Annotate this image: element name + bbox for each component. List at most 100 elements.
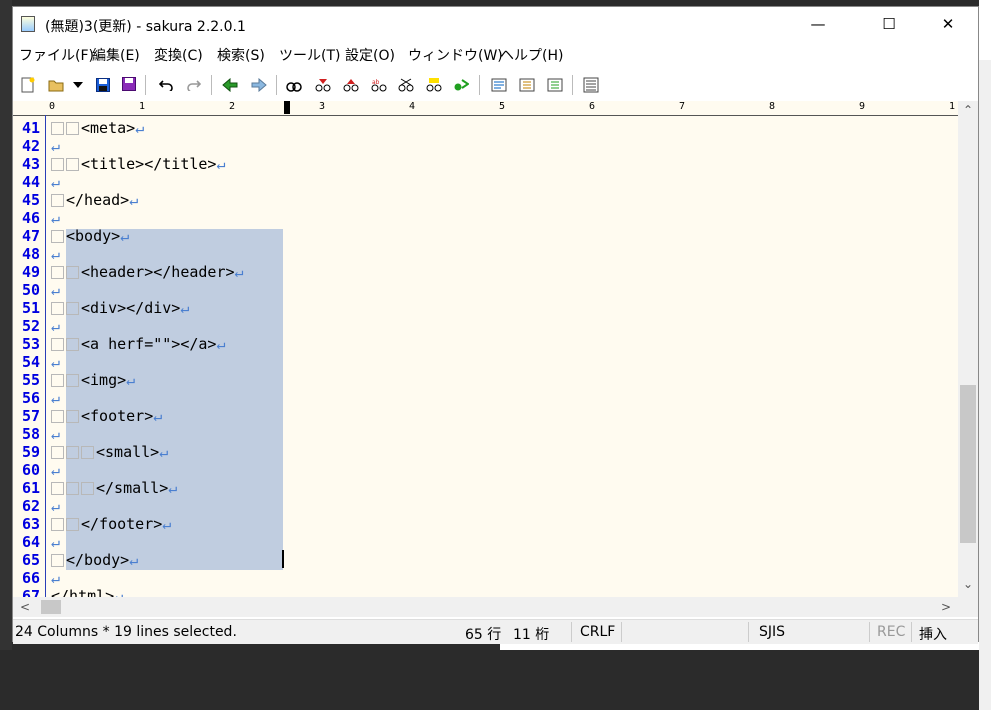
background-right-top (979, 0, 991, 60)
save-all-icon[interactable] (121, 76, 139, 94)
horizontal-scroll-thumb[interactable] (41, 600, 61, 614)
line-number: 55 (21, 371, 40, 389)
search-icon[interactable] (285, 76, 303, 94)
status-separator (571, 622, 572, 642)
newline-marker-icon: ↵ (153, 407, 163, 425)
newline-marker-icon: ↵ (51, 461, 61, 479)
scroll-left-icon[interactable]: < (15, 597, 35, 617)
minimize-button[interactable]: — (795, 7, 841, 41)
newline-marker-icon: ↵ (180, 299, 190, 317)
editor-line[interactable]: 45 </head>↵ (13, 191, 958, 209)
line-number: 42 (21, 137, 40, 155)
editor-line[interactable]: 52 ↵ (13, 317, 958, 335)
save-icon[interactable] (94, 76, 112, 94)
editor-line[interactable]: 61 </small>↵ (13, 479, 958, 497)
line-number: 66 (21, 569, 40, 587)
scroll-right-icon[interactable]: > (936, 597, 956, 617)
line-text: </head>↵ (51, 191, 138, 209)
horizontal-scrollbar[interactable]: < > (13, 597, 958, 617)
editor-line[interactable]: 48 ↵ (13, 245, 958, 263)
scroll-corner (958, 597, 978, 617)
line-text: ↵ (51, 533, 60, 551)
line-number: 48 (21, 245, 40, 263)
whitespace-marker (51, 158, 64, 171)
settings-icon[interactable] (518, 76, 536, 94)
compare-icon[interactable] (452, 76, 470, 94)
editor-line[interactable]: 53 <a herf=""></a>↵ (13, 335, 958, 353)
replace-icon[interactable]: ab (370, 76, 388, 94)
editor-line[interactable]: 41 <meta>↵ (13, 119, 958, 137)
whitespace-marker (51, 554, 64, 567)
search-next-icon[interactable] (314, 76, 332, 94)
newline-marker-icon: ↵ (135, 119, 145, 137)
line-number: 61 (21, 479, 40, 497)
new-file-icon[interactable] (19, 76, 37, 94)
eol-indicator[interactable]: CRLF (580, 624, 615, 640)
font-icon[interactable] (546, 76, 564, 94)
grep-icon[interactable] (397, 76, 415, 94)
editor-line[interactable]: 44 ↵ (13, 173, 958, 191)
encoding-indicator[interactable]: SJIS (759, 624, 785, 640)
editor-line[interactable]: 63 </footer>↵ (13, 515, 958, 533)
redo-icon[interactable] (185, 76, 203, 94)
menu-file[interactable]: ファイル(F) (19, 45, 94, 65)
menu-tools[interactable]: ツール(T) (279, 45, 340, 65)
close-button[interactable]: ✕ (925, 7, 971, 41)
menu-window[interactable]: ウィンドウ(W) (408, 45, 503, 65)
bookmark-icon[interactable] (425, 76, 443, 94)
vertical-scroll-thumb[interactable] (960, 385, 976, 543)
toolbar-separator (479, 75, 480, 95)
menu-search[interactable]: 検索(S) (217, 45, 265, 65)
editor-line[interactable]: 67 </html>↵ (13, 587, 958, 597)
editor-line[interactable]: 50 ↵ (13, 281, 958, 299)
editor-line[interactable]: 62 ↵ (13, 497, 958, 515)
line-text: <title></title>↵ (51, 155, 226, 173)
newline-marker-icon: ↵ (51, 173, 61, 191)
editor-line[interactable]: 58 ↵ (13, 425, 958, 443)
scroll-up-icon[interactable]: ⌃ (958, 103, 978, 121)
title-bar[interactable]: (無題)3(更新) - sakura 2.2.0.1 — ☐ ✕ (13, 7, 978, 41)
line-text: ↵ (51, 425, 60, 443)
editor-line[interactable]: 54 ↵ (13, 353, 958, 371)
open-file-icon[interactable] (47, 76, 65, 94)
editor-line[interactable]: 46 ↵ (13, 209, 958, 227)
scroll-down-icon[interactable]: ⌄ (958, 577, 978, 595)
editor-line[interactable]: 55 <img>↵ (13, 371, 958, 389)
undo-icon[interactable] (157, 76, 175, 94)
menu-settings[interactable]: 設定(O) (345, 45, 395, 65)
line-number: 53 (21, 335, 40, 353)
move-right-icon[interactable] (250, 76, 268, 94)
editor-line[interactable]: 51 <div></div>↵ (13, 299, 958, 317)
move-left-icon[interactable] (221, 76, 239, 94)
editor-window: (無題)3(更新) - sakura 2.2.0.1 — ☐ ✕ ファイル(F)… (12, 6, 979, 644)
search-prev-icon[interactable] (342, 76, 360, 94)
menu-help[interactable]: ヘルプ(H) (500, 45, 563, 65)
maximize-button[interactable]: ☐ (866, 7, 912, 41)
line-number: 51 (21, 299, 40, 317)
newline-marker-icon: ↵ (51, 425, 61, 443)
editor-line[interactable]: 66 ↵ (13, 569, 958, 587)
editor-line[interactable]: 60 ↵ (13, 461, 958, 479)
menu-edit[interactable]: 編集(E) (92, 45, 140, 65)
vertical-scrollbar[interactable]: ⌃ ⌄ (958, 101, 978, 597)
open-dropdown-icon[interactable] (69, 76, 87, 94)
text-editor[interactable]: 0 1 2 3 4 5 6 7 8 9 1 41 <meta>↵ 42 ↵ 43 <tit… (13, 101, 958, 597)
whitespace-marker (51, 374, 64, 387)
outline-icon[interactable] (490, 76, 508, 94)
editor-line[interactable]: 65 </body>↵ (13, 551, 958, 569)
editor-line[interactable]: 56 ↵ (13, 389, 958, 407)
menu-convert[interactable]: 変換(C) (154, 45, 203, 65)
editor-line[interactable]: 59 <small>↵ (13, 443, 958, 461)
whitespace-marker (51, 410, 64, 423)
insert-mode-indicator[interactable]: 挿入 (919, 624, 947, 644)
ruler-label: 2 (229, 101, 236, 112)
editor-line[interactable]: 49 <header></header>↵ (13, 263, 958, 281)
ruler-label: 1 (949, 101, 956, 112)
rec-indicator[interactable]: REC (877, 624, 905, 640)
editor-line[interactable]: 57 <footer>↵ (13, 407, 958, 425)
editor-line[interactable]: 43 <title></title>↵ (13, 155, 958, 173)
editor-line[interactable]: 64 ↵ (13, 533, 958, 551)
window-list-icon[interactable] (582, 76, 600, 94)
editor-line[interactable]: 42 ↵ (13, 137, 958, 155)
editor-line[interactable]: 47 <body>↵ (13, 227, 958, 245)
